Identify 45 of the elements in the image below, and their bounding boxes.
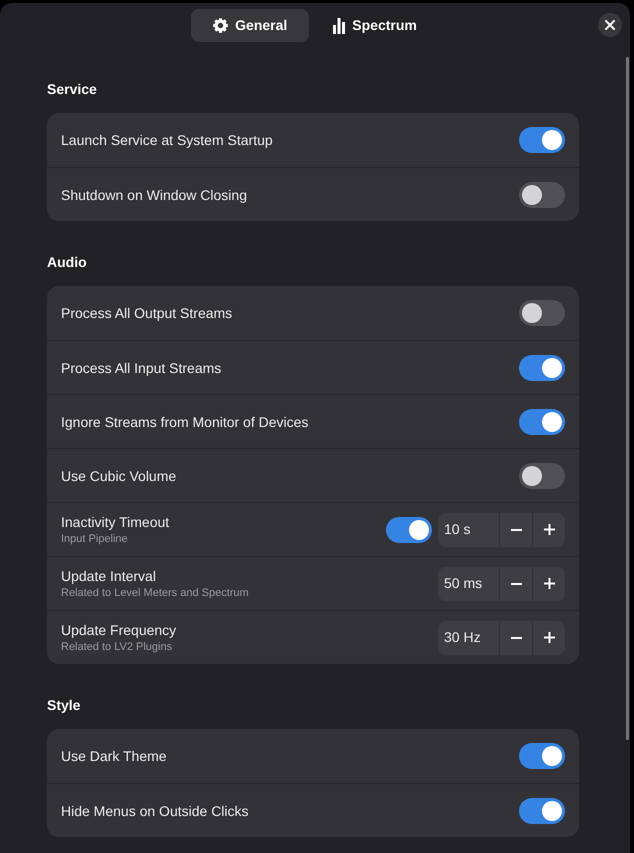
setting-label: Process All Input Streams: [61, 358, 222, 376]
setting-description: Input Pipeline: [61, 532, 128, 546]
minus-icon: [510, 582, 522, 584]
setting-label: Ignore Streams from Monitor of Devices: [61, 412, 308, 430]
setting-label: Process All Output Streams: [61, 304, 232, 322]
increment-button[interactable]: [532, 512, 565, 546]
section-heading: Style: [47, 696, 82, 715]
toggle-switch[interactable]: [519, 408, 565, 434]
setting-description: Related to LV2 Plugins: [61, 640, 172, 654]
setting-label: Inactivity Timeout: [61, 513, 170, 531]
plus-icon: [544, 578, 554, 589]
bar-chart-icon: [333, 18, 346, 34]
increment-button[interactable]: [532, 620, 565, 654]
setting-label: Shutdown on Window Closing: [61, 186, 247, 204]
section-heading: Service: [47, 80, 98, 99]
toggle-switch[interactable]: [519, 182, 565, 208]
section-heading: Audio: [47, 253, 88, 272]
setting-label: Update Interval: [61, 567, 156, 585]
setting-label: Update Frequency: [61, 621, 176, 639]
setting-label: Hide Menus on Outside Clicks: [61, 802, 249, 820]
setting-label: Launch Service at System Startup: [61, 131, 273, 149]
toggle-switch[interactable]: [519, 127, 565, 153]
spin-value-field[interactable]: 10 s: [438, 512, 499, 546]
increment-button[interactable]: [532, 566, 565, 600]
minus-icon: [510, 636, 522, 638]
toggle-switch[interactable]: [519, 354, 565, 380]
toggle-switch[interactable]: [519, 462, 565, 488]
spin-value-field[interactable]: 50 ms: [438, 566, 499, 600]
close-button[interactable]: [598, 13, 622, 37]
close-icon: [605, 20, 615, 30]
toggle-switch[interactable]: [519, 743, 565, 769]
toggle-switch[interactable]: [386, 516, 432, 542]
tab[interactable]: General: [191, 9, 310, 42]
minus-icon: [510, 528, 522, 530]
setting-label: Use Dark Theme: [61, 747, 167, 765]
setting-label: Use Cubic Volume: [61, 466, 176, 484]
spin-value-field[interactable]: 30 Hz: [438, 620, 499, 654]
gear-icon: [213, 18, 228, 33]
plus-icon: [544, 632, 554, 643]
scrollbar[interactable]: [626, 57, 629, 740]
setting-description: Related to Level Meters and Spectrum: [61, 586, 249, 600]
toggle-switch[interactable]: [519, 300, 565, 326]
plus-icon: [544, 524, 554, 535]
toggle-switch[interactable]: [519, 798, 565, 824]
tab[interactable]: Spectrum: [311, 9, 439, 42]
